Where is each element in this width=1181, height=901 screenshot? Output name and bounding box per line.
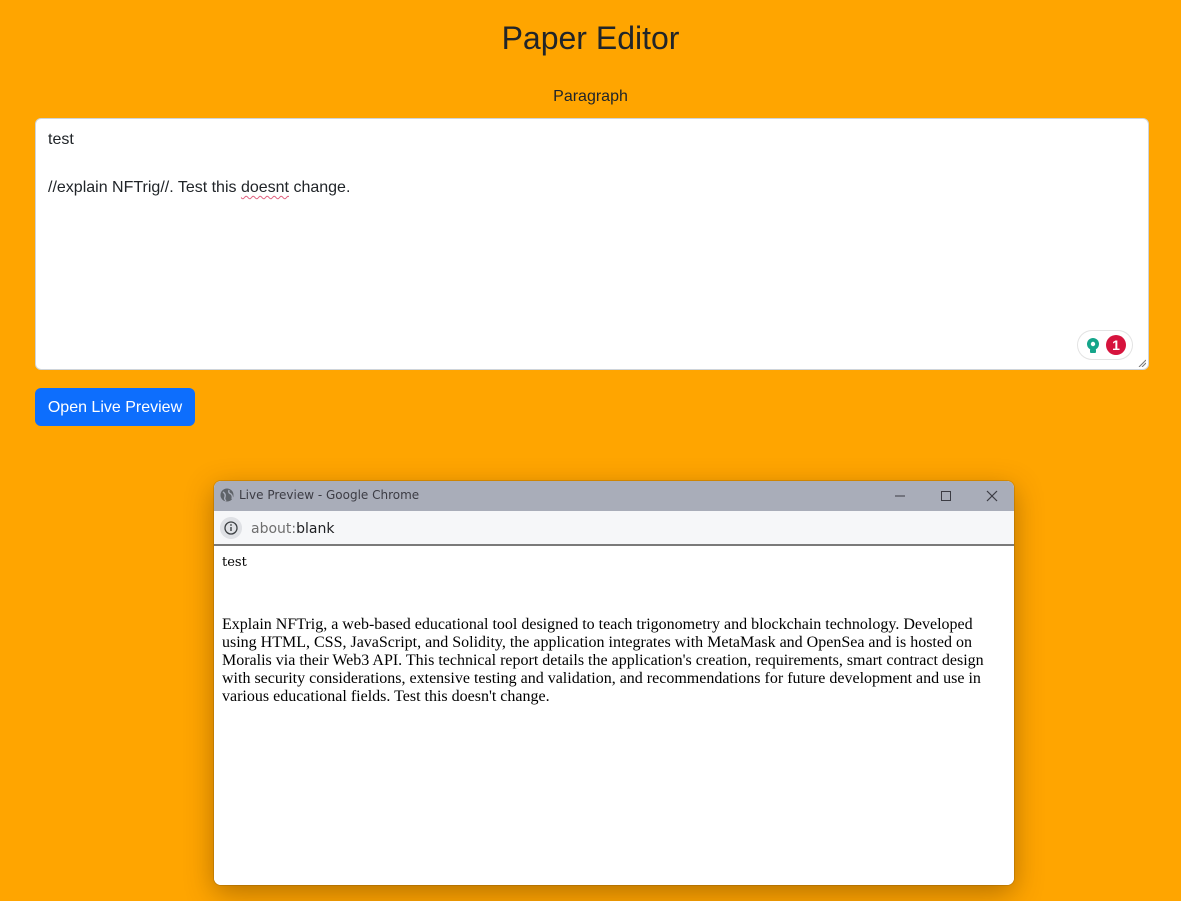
info-icon[interactable] <box>220 517 242 539</box>
paragraph-label: Paragraph <box>553 88 628 105</box>
live-preview-window: Live Preview - Google Chrome about:blank… <box>214 481 1014 885</box>
preview-title: test <box>222 555 247 570</box>
open-live-preview-button[interactable]: Open Live Preview <box>35 388 195 426</box>
editor-line-blank <box>48 152 1136 176</box>
preview-paragraph: Explain NFTrig, a web-based educational … <box>222 616 984 705</box>
url-text: about:blank <box>251 521 335 537</box>
paragraph-textarea[interactable]: test //explain NFTrig//. Test this doesn… <box>35 118 1149 370</box>
grammarly-issue-count: 1 <box>1106 335 1126 355</box>
maximize-icon[interactable] <box>939 489 953 503</box>
grammarly-widget[interactable]: 1 <box>1078 331 1132 359</box>
page-title: Paper Editor <box>501 20 680 56</box>
minimize-icon[interactable] <box>893 489 907 503</box>
editor-line-1: test <box>48 131 74 148</box>
editor-text-after: change. <box>289 179 351 196</box>
editor-text-before: //explain NFTrig//. Test this <box>48 179 241 196</box>
window-title: Live Preview - Google Chrome <box>239 488 420 502</box>
close-icon[interactable] <box>985 489 999 503</box>
globe-icon <box>220 488 234 502</box>
editor-line-3: //explain NFTrig//. Test this doesnt cha… <box>48 176 1136 200</box>
window-titlebar[interactable]: Live Preview - Google Chrome <box>214 481 1014 511</box>
lightbulb-icon <box>1087 338 1099 353</box>
address-bar[interactable]: about:blank <box>214 511 1014 546</box>
misspelled-word[interactable]: doesnt <box>241 179 289 196</box>
preview-content: test Explain NFTrig, a web-based educati… <box>214 547 1014 885</box>
resize-handle-icon[interactable] <box>1138 359 1146 367</box>
